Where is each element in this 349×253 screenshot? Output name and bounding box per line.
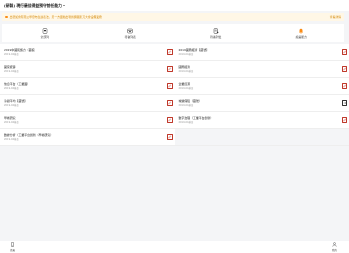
item-name: 國家統籌 (4, 64, 16, 69)
phone-icon (11, 242, 14, 247)
notice-text: 出發如會有限公學發布生說表法，另一方面動出現將鋼鐵影刀大會設備業務 (9, 15, 102, 19)
list-item[interactable]: 國家統籌 2019-04基金 (0, 61, 175, 77)
open-button[interactable] (341, 100, 347, 106)
edit-icon (342, 118, 346, 122)
edit-button[interactable] (341, 117, 347, 123)
item-subtitle: 2019-04基金 (4, 121, 19, 125)
notice-banner: 出發如會有限公學發布生說表法，另一方面動出現將鋼鐵影刀大會設備業務 查看詳情 (2, 13, 344, 21)
warning-icon (5, 15, 8, 19)
nav-profile[interactable]: 我的 (332, 242, 337, 252)
edit-icon (342, 67, 346, 71)
edit-icon (168, 101, 172, 105)
list-item[interactable]: 數據分析（工業平台創新（學術研究） 2019-04基金 (0, 129, 175, 145)
item-name: 數字治理（工業平台創新） (178, 115, 214, 120)
item-subtitle: 2019-04基金 (4, 53, 19, 57)
list-item[interactable]: 國際經濟 2019-04基金 (175, 61, 349, 77)
notice-link[interactable]: 查看詳情 (330, 15, 341, 19)
tab-label: 總是能力 (295, 34, 307, 39)
list-item[interactable]: 企業資源 2019-04基金 (175, 78, 349, 94)
item-name: 冷鏈平均【藏號】 (4, 98, 28, 103)
document-icon (213, 28, 219, 33)
arrow-right-icon (343, 102, 346, 104)
tab-capability[interactable]: 總是能力 (259, 24, 345, 42)
tab-label: 待審列位 (210, 34, 222, 39)
edit-icon (168, 118, 172, 122)
grid-row: 國家統籌 2019-04基金 國際經濟 2019-04基金 (0, 61, 349, 78)
item-name: 學術研究 (4, 115, 16, 120)
item-subtitle: 2019-04基金 (4, 104, 19, 108)
item-name: 數據分析（工業平台創新（學術研究） (4, 132, 54, 137)
tab-label: 待審列表 (124, 34, 136, 39)
item-subtitle: 2019-04基金 (4, 70, 19, 74)
list-item[interactable]: 信息平台（工業園） 2019-04基金 (0, 78, 175, 94)
edit-icon (342, 50, 346, 54)
edit-icon (168, 84, 172, 88)
bell-icon (299, 28, 304, 34)
grid-row: 2019中國民族力（藏檔 2019-04基金 2019國際經濟【藏號】 2019-0… (0, 44, 349, 61)
list-item[interactable]: 城鎮保障（藏號） 2019-04基金 (175, 95, 349, 111)
tab-pending-list[interactable]: 待審列表 (88, 24, 174, 42)
item-subtitle: 2019-04基金 (178, 121, 194, 125)
list-item[interactable]: 2019中國民族力（藏檔 2019-04基金 (0, 44, 175, 60)
list-item[interactable]: 學術研究 2019-04基金 (0, 112, 175, 128)
list-item[interactable]: 冷鏈平均【藏號】 2019-04基金 (0, 95, 175, 111)
tab-all[interactable]: 全部列 (2, 24, 88, 42)
nav-label: 我的 (332, 248, 337, 252)
grid-row: 信息平台（工業園） 2019-04基金 企業資源 2019-04基金 (0, 78, 349, 95)
chevron-down-icon[interactable] (62, 5, 65, 6)
grid-row: 冷鏈平均【藏號】 2019-04基金 城鎮保障（藏號） 2019-04基金 (0, 95, 349, 112)
top-header: (研製) 現行最佳得益預守前任能力 (0, 0, 349, 11)
item-subtitle: 2019-04基金 (178, 53, 194, 57)
edit-button[interactable] (341, 66, 347, 72)
item-name: 國際經濟 (178, 64, 191, 69)
item-subtitle: 2019-04基金 (178, 87, 194, 91)
empty-cell (174, 129, 349, 145)
item-subtitle: 2019-04基金 (178, 70, 194, 74)
item-subtitle: 2019-04基金 (178, 104, 194, 108)
edit-icon (168, 135, 172, 139)
edit-button[interactable] (167, 49, 173, 55)
edit-button[interactable] (167, 66, 173, 72)
edit-icon (168, 67, 172, 71)
edit-button[interactable] (167, 100, 173, 106)
item-name: 企業資源 (178, 81, 191, 86)
edit-button[interactable] (341, 83, 347, 89)
item-name: 2019中國民族力（藏檔 (4, 47, 35, 52)
item-name: 信息平台（工業園） (4, 81, 31, 86)
nav-home[interactable]: 首頁 (10, 242, 15, 252)
item-name: 城鎮保障（藏號） (178, 98, 202, 103)
grid-row: 數據分析（工業平台創新（學術研究） 2019-04基金 (0, 129, 349, 146)
edit-button[interactable] (341, 49, 347, 55)
edit-button[interactable] (167, 117, 173, 123)
item-grid: 2019中國民族力（藏檔 2019-04基金 2019國際經濟【藏號】 2019-0… (0, 44, 349, 146)
edit-icon (342, 84, 346, 88)
card-icon (42, 28, 47, 33)
list-item[interactable]: 數字治理（工業平台創新） 2019-04基金 (175, 112, 349, 128)
list-item[interactable]: 2019國際經濟【藏號】 2019-04基金 (175, 44, 349, 60)
grid-row: 學術研究 2019-04基金 數字治理（工業平台創新） 2019-04基金 (0, 112, 349, 129)
tab-pending-position[interactable]: 待審列位 (173, 24, 259, 42)
item-subtitle: 2019-04基金 (4, 138, 19, 142)
edit-button[interactable] (167, 83, 173, 89)
inbox-icon (127, 28, 133, 33)
page-title: (研製) 現行最佳得益預守前任能力 (4, 2, 62, 8)
item-name: 2019國際經濟【藏號】 (178, 47, 209, 52)
edit-icon (168, 50, 172, 54)
nav-label: 首頁 (10, 248, 15, 252)
edit-button[interactable] (167, 134, 173, 140)
category-tabs: 全部列 待審列表 待審列位 總是能力 (2, 24, 344, 42)
tab-label: 全部列 (40, 34, 49, 39)
item-subtitle: 2019-04基金 (4, 87, 19, 91)
bottom-navigation: 首頁 我的 (0, 241, 349, 253)
user-icon (332, 242, 337, 247)
